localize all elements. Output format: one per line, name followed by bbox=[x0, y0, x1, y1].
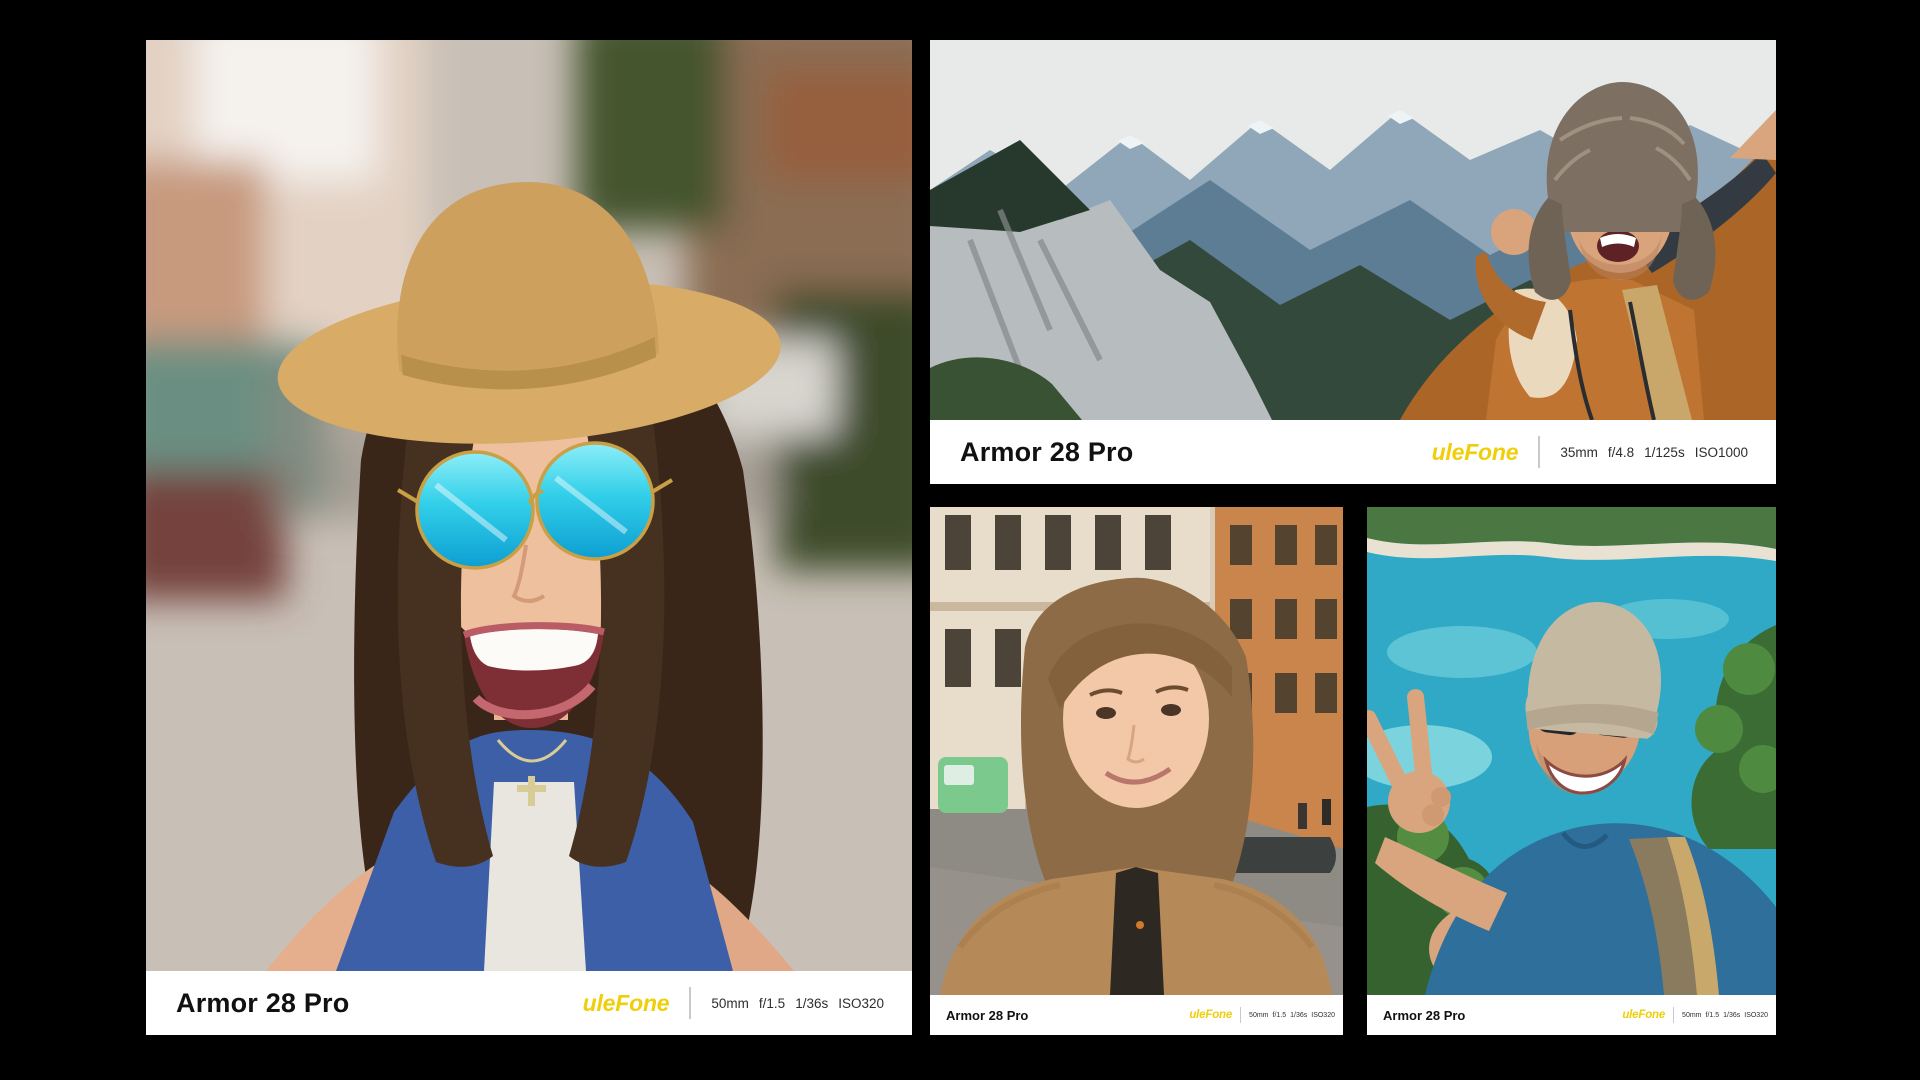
caption-bar: Armor 28 Pro uleFone 35mm f/4.8 1/125s I… bbox=[930, 420, 1776, 484]
caption-meta: uleFone 35mm f/4.8 1/125s ISO1000 bbox=[1432, 436, 1748, 468]
photo-woman-city-selfie bbox=[930, 507, 1343, 995]
exif-info: 50mm f/1.5 1/36s ISO320 bbox=[1249, 1012, 1335, 1019]
exif-shutter: 1/36s bbox=[795, 996, 828, 1011]
exif-focal-length: 50mm bbox=[1249, 1012, 1268, 1019]
caption-bar: Armor 28 Pro uleFone 50mm f/1.5 1/36s IS… bbox=[930, 995, 1343, 1035]
phone-model-label: Armor 28 Pro bbox=[960, 437, 1133, 468]
caption-divider bbox=[689, 987, 691, 1019]
exif-aperture: f/1.5 bbox=[759, 996, 785, 1011]
photo-man-peace-sign-lagoon bbox=[1367, 507, 1776, 995]
caption-bar: Armor 28 Pro uleFone 50mm f/1.5 1/36s IS… bbox=[1367, 995, 1776, 1035]
caption-divider bbox=[1673, 1007, 1674, 1023]
photo-card-mountain: Armor 28 Pro uleFone 35mm f/4.8 1/125s I… bbox=[930, 40, 1776, 484]
caption-divider bbox=[1538, 436, 1540, 468]
illustration-man-fur-hat-mountains bbox=[930, 40, 1776, 420]
exif-iso: ISO320 bbox=[838, 996, 884, 1011]
phone-model-label: Armor 28 Pro bbox=[1383, 1008, 1465, 1023]
exif-shutter: 1/36s bbox=[1723, 1012, 1740, 1019]
exif-iso: ISO320 bbox=[1744, 1012, 1768, 1019]
caption-meta: uleFone 50mm f/1.5 1/36s ISO320 bbox=[1622, 1007, 1768, 1023]
photo-card-coast: Armor 28 Pro uleFone 50mm f/1.5 1/36s IS… bbox=[1367, 507, 1776, 1035]
photo-card-city: Armor 28 Pro uleFone 50mm f/1.5 1/36s IS… bbox=[930, 507, 1343, 1035]
exif-focal-length: 50mm bbox=[711, 996, 749, 1011]
exif-info: 35mm f/4.8 1/125s ISO1000 bbox=[1560, 445, 1748, 460]
photo-card-portrait: Armor 28 Pro uleFone 50mm f/1.5 1/36s IS… bbox=[146, 40, 912, 1035]
illustration-man-peace-sign-lagoon bbox=[1367, 507, 1776, 995]
exif-shutter: 1/36s bbox=[1290, 1012, 1307, 1019]
ulefone-logo: uleFone bbox=[1189, 1009, 1232, 1021]
illustration-woman-city-selfie bbox=[930, 507, 1343, 995]
caption-meta: uleFone 50mm f/1.5 1/36s ISO320 bbox=[1189, 1007, 1335, 1023]
ulefone-logo: uleFone bbox=[1432, 439, 1519, 466]
phone-model-label: Armor 28 Pro bbox=[946, 1008, 1028, 1023]
phone-model-label: Armor 28 Pro bbox=[176, 988, 349, 1019]
caption-divider bbox=[1240, 1007, 1241, 1023]
exif-focal-length: 35mm bbox=[1560, 445, 1598, 460]
exif-focal-length: 50mm bbox=[1682, 1012, 1701, 1019]
exif-aperture: f/4.8 bbox=[1608, 445, 1634, 460]
exif-aperture: f/1.5 bbox=[1273, 1012, 1287, 1019]
caption-meta: uleFone 50mm f/1.5 1/36s ISO320 bbox=[583, 987, 884, 1019]
exif-aperture: f/1.5 bbox=[1706, 1012, 1720, 1019]
photo-gallery: Armor 28 Pro uleFone 50mm f/1.5 1/36s IS… bbox=[0, 0, 1920, 1080]
photo-woman-straw-hat-selfie bbox=[146, 40, 912, 971]
exif-iso: ISO1000 bbox=[1695, 445, 1748, 460]
exif-info: 50mm f/1.5 1/36s ISO320 bbox=[1682, 1012, 1768, 1019]
exif-shutter: 1/125s bbox=[1644, 445, 1685, 460]
exif-info: 50mm f/1.5 1/36s ISO320 bbox=[711, 996, 884, 1011]
ulefone-logo: uleFone bbox=[583, 990, 670, 1017]
photo-man-fur-hat-mountains bbox=[930, 40, 1776, 420]
ulefone-logo: uleFone bbox=[1622, 1009, 1665, 1021]
caption-bar: Armor 28 Pro uleFone 50mm f/1.5 1/36s IS… bbox=[146, 971, 912, 1035]
illustration-woman-straw-hat-selfie bbox=[146, 40, 912, 971]
exif-iso: ISO320 bbox=[1311, 1012, 1335, 1019]
